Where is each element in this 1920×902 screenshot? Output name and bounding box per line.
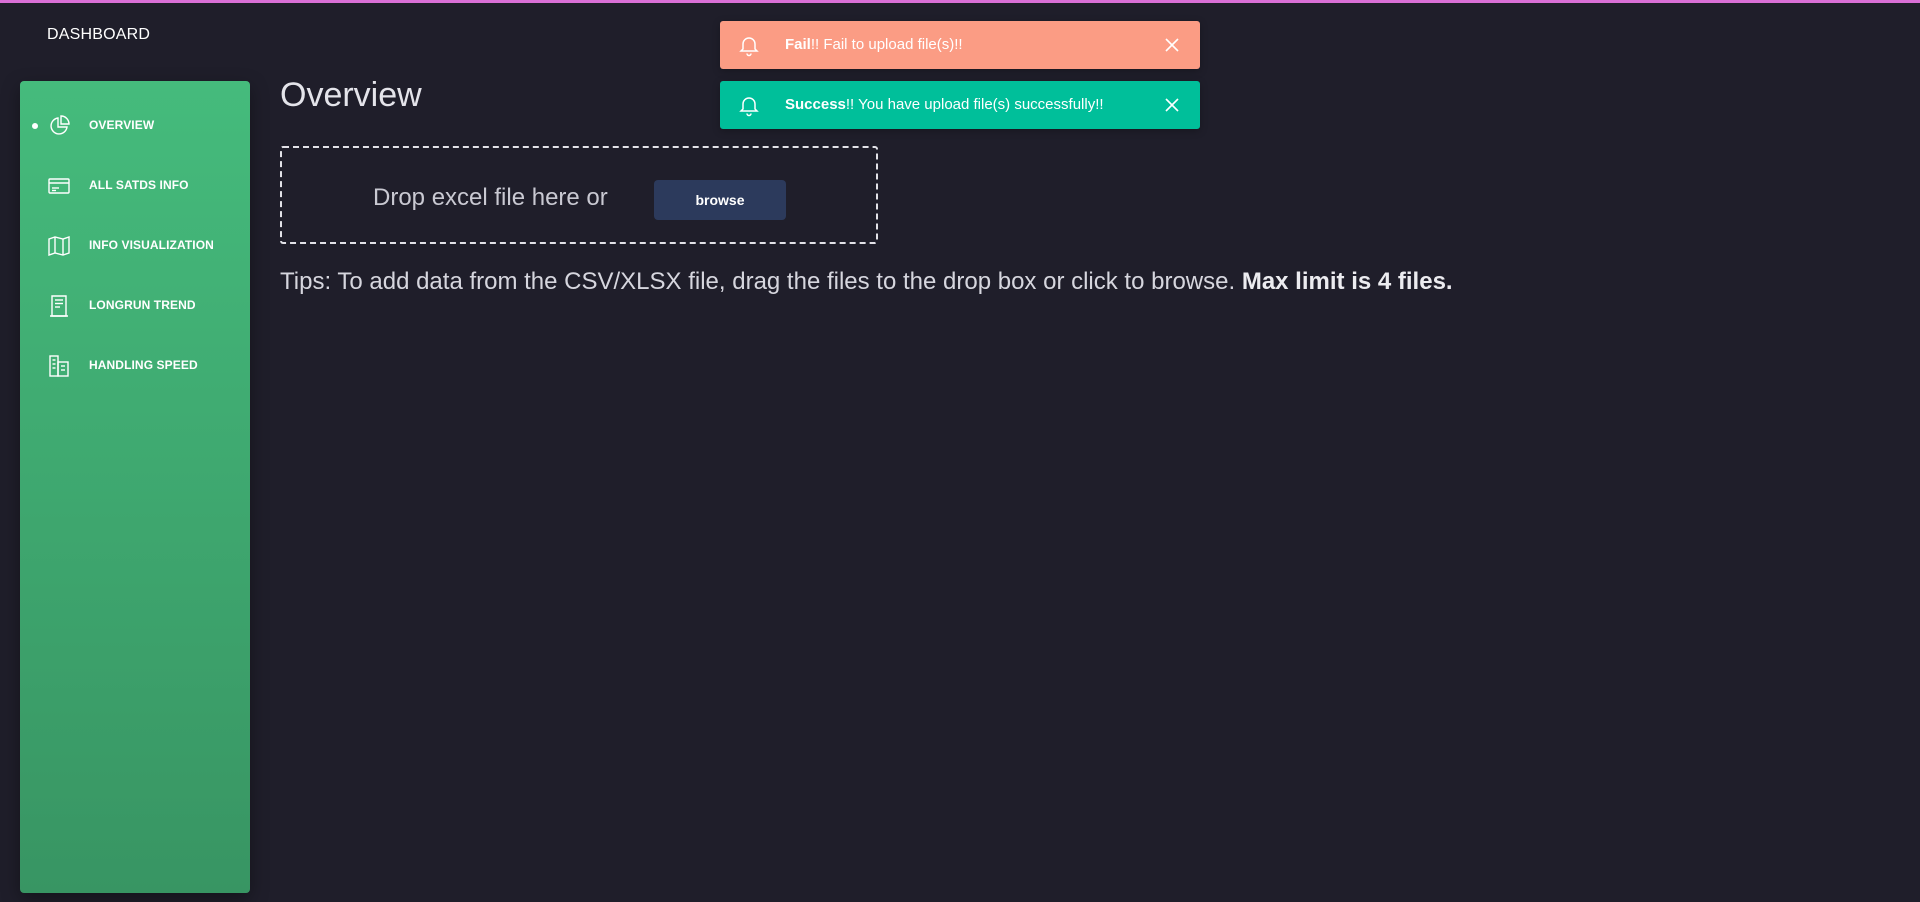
tips-text: Tips: To add data from the CSV/XLSX file… <box>280 268 1236 295</box>
sidebar-item-label: HANDLING SPEED <box>89 358 198 372</box>
notification-title: Success <box>785 96 846 113</box>
bell-icon <box>737 33 761 57</box>
document-icon <box>47 294 71 318</box>
active-indicator-dot <box>32 123 38 129</box>
tips-limit-text: Max limit is 4 files. <box>1241 268 1453 295</box>
sidebar: OVERVIEW ALL SATDS INFO INFO VISUALIZATI… <box>20 81 250 893</box>
sidebar-item-label: INFO VISUALIZATION <box>89 238 214 252</box>
notification-message: Success!! You have upload file(s) succes… <box>785 96 1104 113</box>
sidebar-item-all-satds-info[interactable]: ALL SATDS INFO <box>20 165 250 205</box>
fail-notification: Fail!! Fail to upload file(s)!! <box>720 21 1200 69</box>
sidebar-item-label: OVERVIEW <box>89 118 155 132</box>
upload-tips: Tips: To add data from the CSV/XLSX file… <box>280 268 1453 296</box>
sidebar-item-label: LONGRUN TREND <box>89 298 196 312</box>
top-accent-line <box>0 0 1920 3</box>
sidebar-item-info-visualization[interactable]: INFO VISUALIZATION <box>20 225 250 265</box>
file-drop-zone[interactable]: Drop excel file here or browse <box>280 146 878 244</box>
success-notification: Success!! You have upload file(s) succes… <box>720 81 1200 129</box>
close-icon[interactable] <box>1163 36 1181 54</box>
map-icon <box>47 234 71 258</box>
notification-title: Fail <box>785 36 811 53</box>
bell-icon <box>737 93 761 117</box>
close-icon[interactable] <box>1163 96 1181 114</box>
sidebar-item-handling-speed[interactable]: HANDLING SPEED <box>20 345 250 385</box>
brand-title[interactable]: DASHBOARD <box>47 26 150 44</box>
page-title: Overview <box>280 76 422 114</box>
credit-card-icon <box>47 174 71 198</box>
building-icon <box>47 354 71 378</box>
drop-zone-text: Drop excel file here or <box>373 184 608 211</box>
sidebar-item-overview[interactable]: OVERVIEW <box>20 105 250 145</box>
sidebar-item-longrun-trend[interactable]: LONGRUN TREND <box>20 285 250 325</box>
sidebar-item-label: ALL SATDS INFO <box>89 178 189 192</box>
notification-body: !! Fail to upload file(s)!! <box>810 36 963 53</box>
chart-pie-icon <box>47 114 71 138</box>
notification-message: Fail!! Fail to upload file(s)!! <box>785 36 963 53</box>
browse-button[interactable]: browse <box>654 180 786 220</box>
notification-body: !! You have upload file(s) successfully!… <box>845 96 1104 113</box>
